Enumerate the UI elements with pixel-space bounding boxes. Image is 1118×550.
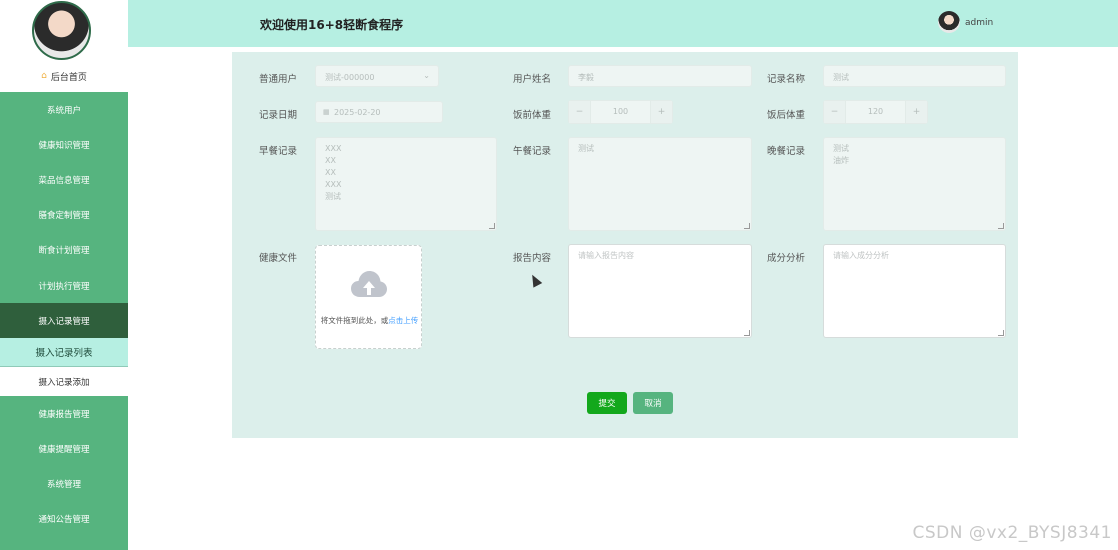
user-avatar[interactable] [938,11,960,33]
date-picker[interactable]: ▦ 2025-02-20 [315,101,443,123]
sidebar-item-fasting-plan[interactable]: 断食计划管理 [0,233,128,268]
before-weight-stepper[interactable]: − 100 + [568,100,673,124]
dinner-text: 测试 油炸 [833,144,849,165]
record-name-label: 记录名称 [767,74,806,85]
sidebar-item-health-knowledge[interactable]: 健康知识管理 [0,127,128,162]
file-upload-dropzone[interactable]: 将文件拖到此处，或点击上传 [315,245,422,349]
sidebar-subitem-intake-add[interactable]: 摄入记录添加 [0,367,128,397]
sidebar-item-label: 系统管理 [46,480,81,491]
before-weight-value: 100 [612,107,629,116]
sidebar-profile: ⌂ 后台首页 [0,0,128,92]
watermark: CSDN @vx2_BYSJ8341 [912,523,1112,543]
sidebar-item-health-reminder[interactable]: 健康提醒管理 [0,432,128,467]
home-icon: ⌂ [41,71,47,81]
sidebar-item-intake-records[interactable]: 摄入记录管理 [0,303,128,339]
sidebar-item-label: 摄入记录添加 [38,377,90,388]
resize-grip-icon[interactable] [744,330,750,336]
sidebar-item-label: 摄入记录列表 [35,348,93,360]
sidebar-item-label: 计划执行管理 [38,281,90,292]
home-label: 后台首页 [50,72,87,83]
report-placeholder: 请输入报告内容 [578,251,634,260]
sidebar-item-label: 通知公告管理 [38,515,90,526]
date-value: 2025-02-20 [334,108,381,117]
resize-grip-icon[interactable] [998,223,1004,229]
sidebar-item-label: 健康知识管理 [38,140,90,151]
upload-hint: 将文件拖到此处，或点击上传 [316,315,423,326]
sidebar-item-label: 摄入记录管理 [38,316,90,327]
date-label: 记录日期 [259,110,298,121]
decrement-button[interactable]: − [824,101,846,123]
lunch-textarea[interactable]: 测试 [568,137,752,231]
record-name-input[interactable]: 测试 [823,65,1006,87]
report-textarea[interactable]: 请输入报告内容 [568,244,752,338]
app-root: ⌂ 后台首页 系统用户 健康知识管理 菜品信息管理 膳食定制管理 断食计划管理 … [0,0,1118,550]
report-label: 报告内容 [513,253,552,264]
user-label: 普通用户 [259,74,298,85]
sidebar-item-system[interactable]: 系统管理 [0,467,128,502]
sidebar-subitem-intake-list[interactable]: 摄入记录列表 [0,338,128,368]
health-file-label: 健康文件 [259,253,298,264]
analysis-placeholder: 请输入成分分析 [833,251,889,260]
form-panel: 普通用户 测试-000000 ⌄ 用户姓名 李毅 记录名称 测试 记录日期 ▦ … [232,52,1018,438]
sidebar-item-dish-info[interactable]: 菜品信息管理 [0,162,128,197]
analysis-textarea[interactable]: 请输入成分分析 [823,244,1006,338]
breakfast-label: 早餐记录 [259,146,298,157]
lunch-text: 测试 [578,144,594,153]
resize-grip-icon[interactable] [998,330,1004,336]
resize-grip-icon[interactable] [744,223,750,229]
increment-button[interactable]: + [905,101,927,123]
sidebar-item-label: 断食计划管理 [38,246,90,257]
avatar [32,1,91,60]
calendar-icon: ▦ [323,108,330,116]
sidebar-item-label: 系统用户 [46,105,81,116]
name-input[interactable]: 李毅 [568,65,752,87]
sidebar-item-label: 健康报告管理 [38,409,90,420]
sidebar-item-meal-custom[interactable]: 膳食定制管理 [0,198,128,233]
user-select-value: 测试-000000 [325,73,375,82]
name-label: 用户姓名 [513,74,552,85]
chevron-down-icon: ⌄ [423,71,430,80]
sidebar-item-plan-execution[interactable]: 计划执行管理 [0,268,128,303]
dinner-textarea[interactable]: 测试 油炸 [823,137,1006,231]
name-input-value: 李毅 [578,73,594,82]
home-link[interactable]: ⌂ 后台首页 [0,68,128,84]
decrement-button[interactable]: − [569,101,591,123]
cloud-upload-icon [351,271,387,297]
breakfast-text: XXX XX XX XXX 测试 [325,144,342,201]
sidebar-item-system-users[interactable]: 系统用户 [0,92,128,127]
submit-button[interactable]: 提交 [587,392,627,414]
sidebar-item-health-report[interactable]: 健康报告管理 [0,396,128,431]
after-weight-label: 饭后体重 [767,110,806,121]
sidebar-item-label: 膳食定制管理 [38,211,90,222]
resize-grip-icon[interactable] [489,223,495,229]
lunch-label: 午餐记录 [513,146,552,157]
user-select[interactable]: 测试-000000 ⌄ [315,65,439,87]
before-weight-label: 饭前体重 [513,110,552,121]
record-name-value: 测试 [833,73,849,82]
upload-text: 将文件拖到此处，或 [320,316,389,325]
sidebar-item-notice[interactable]: 通知公告管理 [0,502,128,537]
breakfast-textarea[interactable]: XXX XX XX XXX 测试 [315,137,497,231]
sidebar: ⌂ 后台首页 系统用户 健康知识管理 菜品信息管理 膳食定制管理 断食计划管理 … [0,0,128,550]
user-name[interactable]: admin [965,18,993,28]
dinner-label: 晚餐记录 [767,146,806,157]
analysis-label: 成分分析 [767,253,806,264]
upload-link[interactable]: 点击上传 [388,316,418,325]
increment-button[interactable]: + [650,101,672,123]
top-header: 欢迎使用16+8轻断食程序 admin [128,0,1118,47]
sidebar-menu: 系统用户 健康知识管理 菜品信息管理 膳食定制管理 断食计划管理 计划执行管理 … [0,92,128,537]
after-weight-value: 120 [867,107,884,116]
page-title: 欢迎使用16+8轻断食程序 [260,18,404,32]
after-weight-stepper[interactable]: − 120 + [823,100,928,124]
cancel-button[interactable]: 取消 [633,392,673,414]
sidebar-item-label: 菜品信息管理 [38,175,90,186]
sidebar-item-label: 健康提醒管理 [38,445,90,456]
